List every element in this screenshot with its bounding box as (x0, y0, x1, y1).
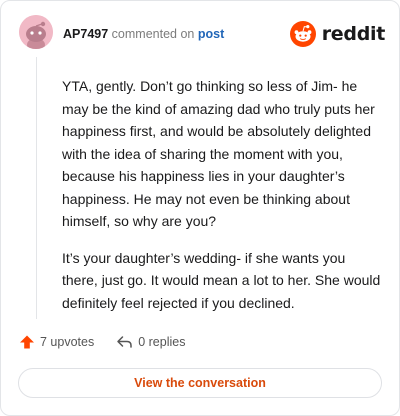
reply-count: 0 replies (138, 335, 186, 349)
snoo-avatar-icon (19, 15, 53, 49)
view-conversation-button[interactable]: View the conversation (18, 368, 382, 398)
avatar[interactable] (19, 15, 53, 49)
comment-paragraph-2: It’s your daughter’s wedding- if she wan… (62, 249, 381, 311)
comment-body: YTA, gently. Don’t go thinking so less o… (62, 75, 384, 328)
upvote-arrow-icon (20, 335, 34, 349)
reply-arrow-icon (117, 336, 132, 348)
comment-actions: 7 upvotes 0 replies (19, 334, 185, 350)
reddit-wordmark: reddit (321, 23, 386, 45)
comment-paragraph-1: YTA, gently. Don’t go thinking so less o… (62, 78, 375, 229)
upvote-count: 7 upvotes (40, 335, 95, 349)
comment-card: AP7497 commented on post reddit YTA, gen… (0, 0, 400, 416)
comment-header: AP7497 commented on post (63, 26, 224, 42)
action-text: commented on (111, 27, 195, 41)
thread-line[interactable] (36, 57, 37, 319)
reddit-brand[interactable]: reddit (289, 21, 386, 47)
reply-button[interactable]: 0 replies (116, 334, 185, 350)
upvote-button[interactable]: 7 upvotes (19, 334, 94, 350)
reddit-logo-icon (289, 21, 316, 47)
post-link[interactable]: post (198, 27, 224, 41)
username[interactable]: AP7497 (63, 27, 108, 41)
